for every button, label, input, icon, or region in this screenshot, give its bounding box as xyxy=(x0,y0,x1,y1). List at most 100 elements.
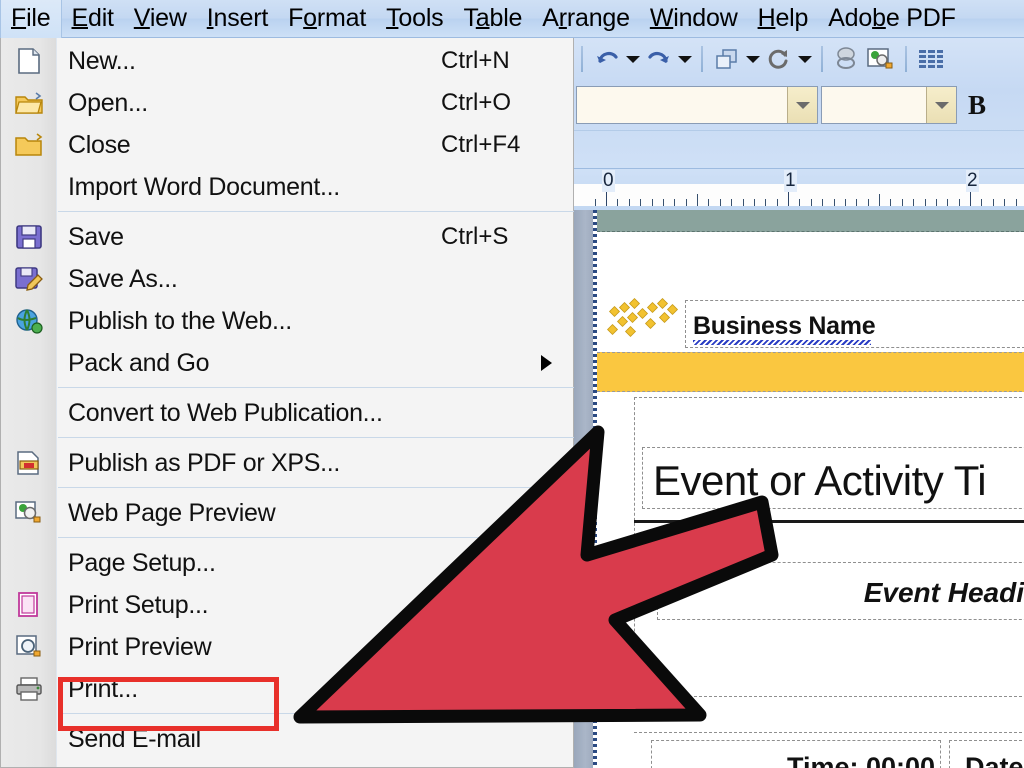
menu-item-label: Import Word Document... xyxy=(68,172,340,201)
ruler-tick xyxy=(822,199,823,206)
menu-item-label: Open... xyxy=(68,88,148,117)
ruler-tick xyxy=(777,199,778,206)
menu-item-open[interactable]: Open... Ctrl+O xyxy=(1,82,574,124)
menu-item-import-word-document[interactable]: Import Word Document... xyxy=(1,166,574,208)
publish-pdf-icon xyxy=(13,448,45,478)
font-size-dropdown-caret-icon[interactable] xyxy=(926,87,956,123)
redo-icon[interactable] xyxy=(642,42,676,76)
table-grid-icon[interactable] xyxy=(914,42,948,76)
publisher-window: File Edit View Insert Format Tools Table… xyxy=(0,0,1024,768)
hyperlink-icon[interactable] xyxy=(830,42,864,76)
bold-button[interactable]: B xyxy=(957,85,997,125)
menu-item-print-setup[interactable]: Print Setup... xyxy=(1,584,574,626)
bring-to-front-icon[interactable] xyxy=(710,42,744,76)
ruler-tick xyxy=(617,199,618,206)
ruler-tick xyxy=(868,199,869,206)
document-canvas[interactable]: Business Name Event or Activity Ti Event… xyxy=(574,210,1024,768)
save-as-icon xyxy=(15,267,43,291)
business-name-text: Business Name xyxy=(693,312,876,340)
menu-item-publish-as-pdf-or-xps[interactable]: Publish as PDF or XPS... xyxy=(1,442,574,484)
menubar-item-adobe-pdf[interactable]: Adobe PDF xyxy=(818,0,965,38)
file-dropdown-menu[interactable]: New... Ctrl+N Open... Ctrl+O Close Ctrl+F4 Imp… xyxy=(0,38,574,768)
print-preview-icon xyxy=(16,635,41,657)
menu-item-properties[interactable]: Properties xyxy=(1,760,574,768)
ruler-tick xyxy=(879,194,880,206)
page-top-margin-band xyxy=(597,210,1024,232)
redo-dropdown-caret-icon[interactable] xyxy=(676,42,694,76)
web-page-preview-icon[interactable] xyxy=(864,42,898,76)
ruler-tick xyxy=(754,199,755,206)
menubar-label-window: Window xyxy=(649,4,738,32)
menu-item-send-e-mail[interactable]: Send E-mail xyxy=(1,718,574,760)
menubar-item-table[interactable]: Table xyxy=(453,0,532,38)
menu-separator xyxy=(58,437,574,438)
ruler-tick xyxy=(629,199,630,206)
menubar-label-edit: Edit xyxy=(71,4,114,32)
menu-item-save-as[interactable]: Save As... xyxy=(1,258,574,300)
save-diskette-icon xyxy=(16,225,42,249)
menu-item-print-preview[interactable]: Print Preview xyxy=(1,626,574,668)
ruler-tick xyxy=(697,194,698,206)
save-diskette-icon xyxy=(13,222,45,252)
ruler-tick xyxy=(913,199,914,206)
web-page-preview-icon xyxy=(13,498,45,528)
font-name-dropdown-caret-icon[interactable] xyxy=(787,87,817,123)
menu-item-publish-to-the-web[interactable]: Publish to the Web... xyxy=(1,300,574,342)
ruler-tick xyxy=(743,199,744,206)
ruler-tick xyxy=(902,199,903,206)
ruler-tick xyxy=(731,199,732,206)
menu-item-print[interactable]: Print... xyxy=(1,668,574,710)
menu-separator xyxy=(58,387,574,388)
menubar-item-file[interactable]: File xyxy=(0,0,62,38)
standard-toolbar: B xyxy=(574,38,1024,168)
menubar-item-tools[interactable]: Tools xyxy=(376,0,453,38)
printer-icon xyxy=(16,677,42,701)
ruler-tick xyxy=(856,199,857,206)
menubar-item-view[interactable]: View xyxy=(124,0,197,38)
spellcheck-underline xyxy=(693,340,871,345)
menu-item-label: Save xyxy=(68,222,124,251)
horizontal-ruler[interactable]: 0 1 2 xyxy=(574,168,1024,210)
ruler-tick xyxy=(936,199,937,206)
menu-item-save[interactable]: Save Ctrl+S xyxy=(1,216,574,258)
menu-item-convert-to-web-publication[interactable]: Convert to Web Publication... xyxy=(1,392,574,434)
menubar-item-arrange[interactable]: Arrange xyxy=(532,0,640,38)
menubar-item-insert[interactable]: Insert xyxy=(197,0,278,38)
menubar-item-edit[interactable]: Edit xyxy=(62,0,124,38)
menu-item-close[interactable]: Close Ctrl+F4 xyxy=(1,124,574,166)
font-name-combobox[interactable] xyxy=(576,86,818,124)
toolbar-separator xyxy=(701,46,703,72)
arrange-dropdown-caret-icon[interactable] xyxy=(744,42,762,76)
body-content-frame[interactable] xyxy=(634,397,1024,697)
ruler-tick xyxy=(834,199,835,206)
rotate-icon[interactable] xyxy=(762,42,796,76)
toolbar-row-formatting: B xyxy=(574,82,1024,128)
menubar-item-window[interactable]: Window xyxy=(640,0,748,38)
time-text: Time: 00:00 xyxy=(787,752,936,768)
ruler-tick xyxy=(925,199,926,206)
menubar-label-file: File xyxy=(11,4,51,32)
ruler-tick xyxy=(652,199,653,206)
ruler-tick xyxy=(720,199,721,206)
vertical-gutter xyxy=(574,210,593,768)
menu-item-page-setup[interactable]: Page Setup... xyxy=(1,542,574,584)
toolbar-row-standard xyxy=(574,38,1024,80)
rotate-dropdown-caret-icon[interactable] xyxy=(796,42,814,76)
undo-dropdown-caret-icon[interactable] xyxy=(624,42,642,76)
ruler-tick xyxy=(799,199,800,206)
menu-item-pack-and-go[interactable]: Pack and Go xyxy=(1,342,574,384)
menubar-label-table: Table xyxy=(463,4,523,32)
undo-icon[interactable] xyxy=(590,42,624,76)
menu-item-new[interactable]: New... Ctrl+N xyxy=(1,40,574,82)
menu-item-label: Save As... xyxy=(68,264,178,293)
title-divider-rule xyxy=(634,520,1024,523)
menubar-item-help[interactable]: Help xyxy=(748,0,819,38)
menubar-label-insert: Insert xyxy=(206,4,269,32)
publication-page[interactable]: Business Name Event or Activity Ti Event… xyxy=(597,232,1024,768)
ruler-tick xyxy=(845,199,846,206)
menubar-item-format[interactable]: Format xyxy=(278,0,376,38)
menu-separator xyxy=(58,487,574,488)
menu-item-shortcut: Ctrl+S xyxy=(441,223,509,250)
menu-item-web-page-preview[interactable]: Web Page Preview xyxy=(1,492,574,534)
font-size-combobox[interactable] xyxy=(821,86,957,124)
